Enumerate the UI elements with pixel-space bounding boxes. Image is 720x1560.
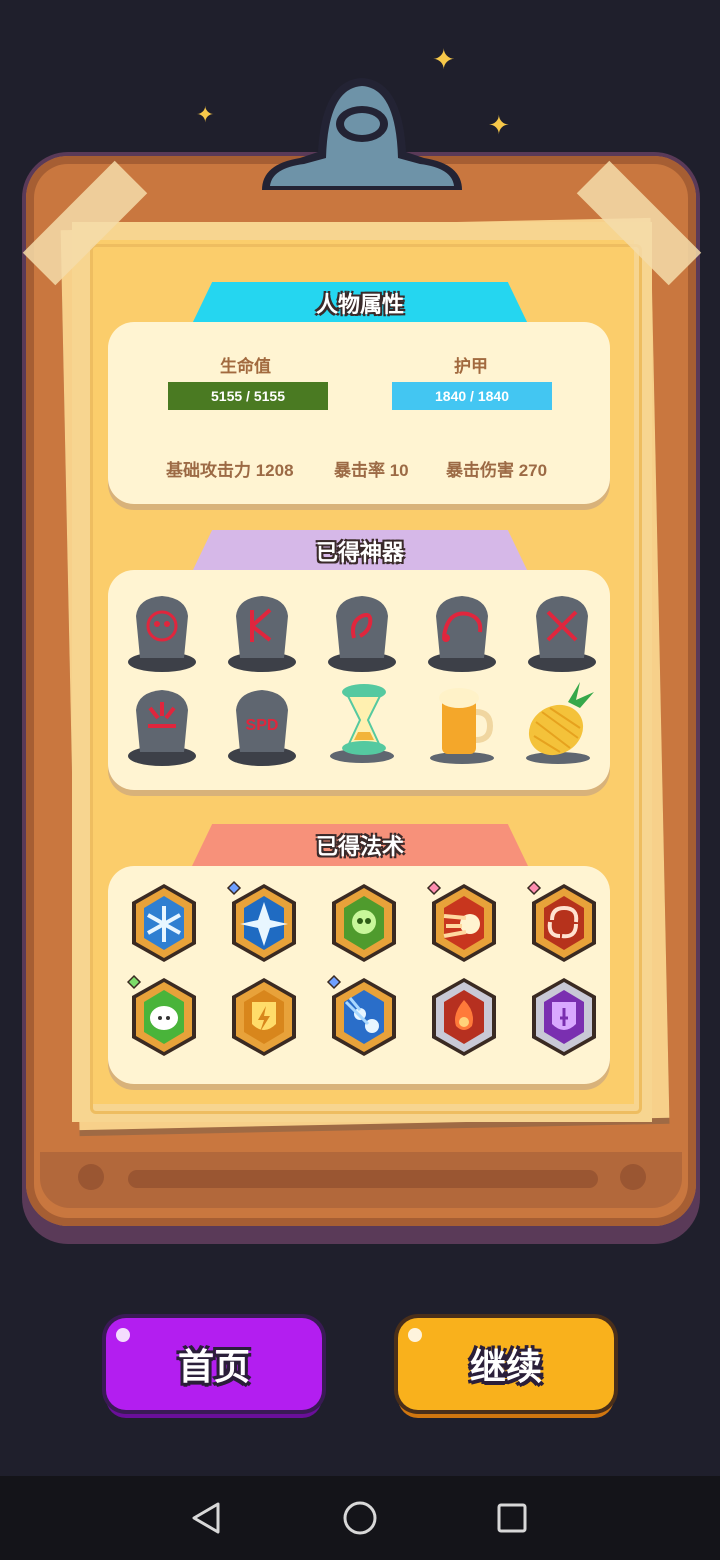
frost-spell-icon[interactable] — [126, 880, 202, 968]
red-burst-rune-stone-icon[interactable] — [124, 682, 200, 768]
meteor-spell-icon[interactable] — [326, 974, 402, 1062]
sparkle-icon: ✦ — [432, 44, 456, 75]
home-button[interactable]: 首页 — [106, 1318, 322, 1410]
flame-burst-spell-icon[interactable] — [426, 974, 502, 1062]
red-cross-rune-stone-icon[interactable] — [524, 588, 600, 674]
hourglass-icon[interactable] — [324, 678, 400, 764]
continue-button[interactable]: 继续 — [398, 1318, 614, 1410]
poison-skull-spell-icon[interactable] — [326, 880, 402, 968]
red-foot-rune-stone-icon[interactable] — [324, 588, 400, 674]
crit-rate-stat: 暴击率 10 — [334, 461, 409, 480]
attributes-banner: 人物属性 — [192, 282, 528, 324]
beer-mug-icon[interactable] — [424, 678, 500, 764]
red-k-rune-stone-icon[interactable] — [224, 588, 300, 674]
crit-damage-stat: 暴击伤害 270 — [446, 461, 548, 480]
artifacts-title: 已得神器 — [315, 540, 404, 565]
spd-rune-stone-icon[interactable]: SPD — [224, 682, 300, 768]
armor-label: 护甲 — [454, 357, 488, 376]
clipboard-groove — [128, 1170, 598, 1188]
screw-icon — [620, 1164, 646, 1190]
spells-banner: 已得法术 — [192, 824, 528, 866]
whirlwind-spell-icon[interactable] — [526, 880, 602, 968]
screw-icon — [78, 1164, 104, 1190]
red-arc-rune-stone-icon[interactable] — [424, 588, 500, 674]
game-stage: ✦ ✦ ✦ 人物属性 生命值 护甲 5155 / 5155 1840 / 184… — [0, 0, 720, 1560]
artifacts-banner: 已得神器 — [192, 530, 528, 572]
hp-bar: 5155 / 5155 — [168, 382, 328, 410]
system-nav-bar — [0, 1476, 720, 1560]
spells-panel[interactable] — [108, 866, 610, 1084]
home-button-label: 首页 — [177, 1346, 250, 1387]
attributes-panel: 生命值 护甲 5155 / 5155 1840 / 1840 基础攻击力 120… — [108, 322, 610, 504]
back-icon[interactable] — [188, 1500, 224, 1536]
hp-value: 5155 / 5155 — [211, 388, 285, 404]
continue-button-label: 继续 — [469, 1346, 542, 1387]
base-attack-stat: 基础攻击力 1208 — [166, 461, 294, 480]
fireball-spell-icon[interactable] — [426, 880, 502, 968]
star-shard-spell-icon[interactable] — [226, 880, 302, 968]
sheep-spell-icon[interactable] — [126, 974, 202, 1062]
armor-value: 1840 / 1840 — [435, 388, 509, 404]
armor-bar: 1840 / 1840 — [392, 382, 552, 410]
button-gloss — [116, 1328, 130, 1342]
button-gloss — [408, 1328, 422, 1342]
attributes-title: 人物属性 — [315, 292, 404, 317]
home-circle-icon[interactable] — [342, 1500, 378, 1536]
lightning-shield-spell-icon[interactable] — [226, 974, 302, 1062]
hp-label: 生命值 — [220, 357, 271, 376]
sparkle-icon: ✦ — [488, 110, 510, 140]
spells-title: 已得法术 — [315, 834, 404, 859]
sparkle-icon: ✦ — [196, 102, 215, 127]
recent-apps-icon[interactable] — [494, 1500, 530, 1536]
pineapple-icon[interactable] — [520, 678, 596, 764]
clipboard-clip-icon — [262, 78, 462, 190]
purple-shield-spell-icon[interactable] — [526, 974, 602, 1062]
red-skull-rune-stone-icon[interactable] — [124, 588, 200, 674]
svg-text:SPD: SPD — [246, 717, 279, 734]
artifacts-panel[interactable]: SPD — [108, 570, 610, 790]
